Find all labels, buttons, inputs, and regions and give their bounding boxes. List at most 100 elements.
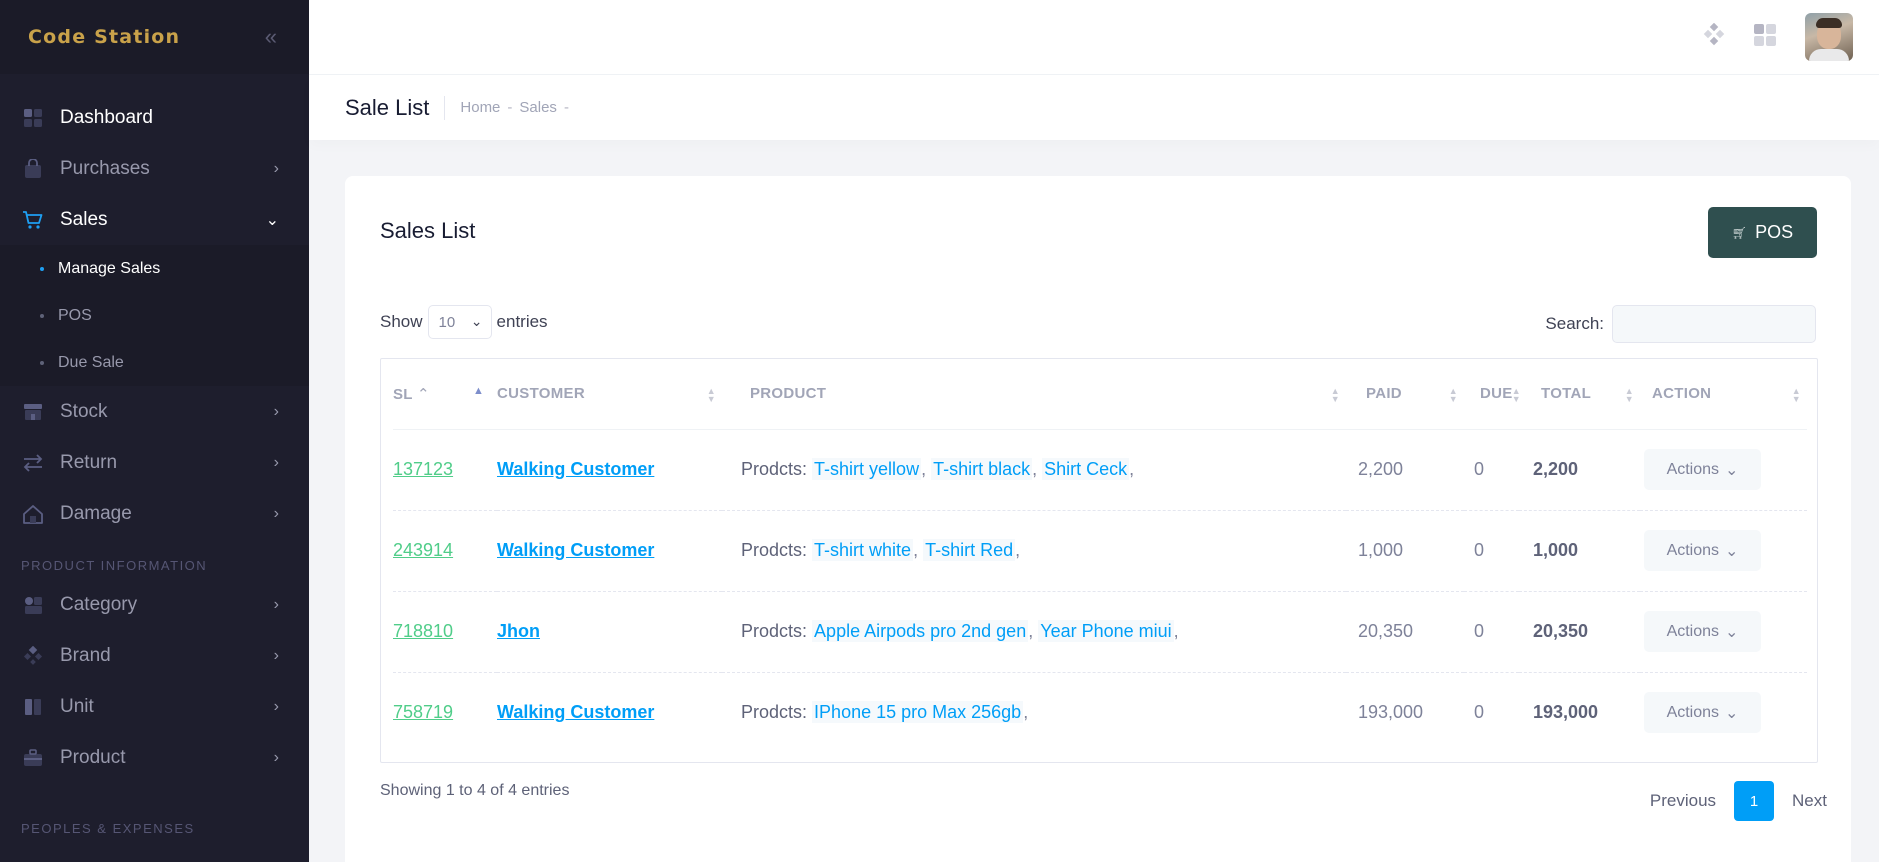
sidebar-item-unit[interactable]: Unit › bbox=[0, 681, 309, 732]
product-link[interactable]: Year Phone miui bbox=[1038, 620, 1174, 642]
actions-dropdown-button[interactable]: Actions ⌄ bbox=[1644, 611, 1761, 652]
sidebar-item-label: Sales bbox=[60, 208, 108, 230]
sidebar-item-label: Unit bbox=[60, 695, 94, 717]
sidebar: Code Station « Dashboard Purchases › Sal… bbox=[0, 0, 309, 862]
section-label-peoples-expenses: PEOPLES & EXPENSES bbox=[21, 821, 195, 836]
sidebar-item-sales[interactable]: Sales ⌄ bbox=[0, 194, 309, 245]
sidebar-item-label: Purchases bbox=[60, 157, 150, 179]
collapse-sidebar-icon[interactable]: « bbox=[265, 24, 277, 50]
show-label: Show bbox=[380, 312, 423, 331]
product-link[interactable]: T-shirt white bbox=[812, 539, 914, 561]
grid-menu-icon[interactable] bbox=[1753, 23, 1777, 52]
previous-page-button[interactable]: Previous bbox=[1642, 781, 1724, 821]
cart-icon bbox=[22, 209, 44, 231]
search-input[interactable] bbox=[1612, 305, 1816, 343]
column-header-due[interactable]: DUE ▲ ▼ bbox=[1464, 359, 1521, 430]
dashboard-icon bbox=[22, 107, 44, 129]
pos-button-label: POS bbox=[1755, 222, 1794, 242]
table-row: 243914 Walking Customer Prodcts: T-shirt… bbox=[393, 510, 1807, 592]
total-value: 2,200 bbox=[1533, 459, 1579, 479]
product-link[interactable]: Apple Airpods pro 2nd gen bbox=[812, 620, 1029, 642]
sort-icon: ▲ ▼ bbox=[706, 386, 716, 404]
breadcrumb-separator: - bbox=[507, 99, 513, 116]
chevron-right-icon: › bbox=[273, 697, 279, 715]
invoice-link[interactable]: 718810 bbox=[393, 621, 453, 641]
sales-submenu: Manage Sales POS Due Sale bbox=[0, 245, 309, 386]
page-button-1[interactable]: 1 bbox=[1734, 781, 1775, 821]
sales-list-card: Sales List 🛒︎ POS Show 10 ⌄ entries Sear… bbox=[345, 176, 1851, 862]
sidebar-item-product[interactable]: Product › bbox=[0, 732, 309, 783]
card-title: Sales List bbox=[380, 218, 476, 243]
submenu-item-due-sale[interactable]: Due Sale bbox=[0, 339, 309, 386]
actions-dropdown-button[interactable]: Actions ⌄ bbox=[1644, 530, 1761, 571]
pos-button[interactable]: 🛒︎ POS bbox=[1708, 207, 1817, 258]
sort-icon: ▲ ▼ bbox=[1448, 386, 1458, 404]
chevron-down-icon: ⌄ bbox=[1725, 623, 1739, 641]
invoice-link[interactable]: 758719 bbox=[393, 702, 453, 722]
total-value: 1,000 bbox=[1533, 540, 1579, 560]
next-page-button[interactable]: Next bbox=[1784, 781, 1835, 821]
sidebar-item-damage[interactable]: Damage › bbox=[0, 488, 309, 539]
column-header-action[interactable]: ACTION ▲ ▼ bbox=[1640, 359, 1807, 430]
table-row: 718810 Jhon Prodcts: Apple Airpods pro 2… bbox=[393, 591, 1807, 673]
avatar[interactable] bbox=[1805, 13, 1853, 61]
logo[interactable]: Code Station bbox=[28, 26, 180, 48]
customer-link[interactable]: Walking Customer bbox=[497, 702, 654, 722]
entries-label: entries bbox=[496, 312, 548, 331]
section-label-product-information: PRODUCT INFORMATION bbox=[21, 558, 208, 573]
paid-value: 193,000 bbox=[1358, 702, 1424, 723]
cart-icon: 🛒︎ bbox=[1731, 225, 1748, 240]
column-header-sl[interactable]: SL ⌃ ▲ bbox=[393, 359, 497, 430]
entries-select[interactable]: 10 ⌄ bbox=[427, 305, 492, 339]
products-label: Prodcts: bbox=[741, 621, 808, 641]
breadcrumb-sales[interactable]: Sales bbox=[519, 99, 557, 116]
product-link[interactable]: T-shirt black bbox=[931, 458, 1033, 480]
sidebar-item-stock[interactable]: Stock › bbox=[0, 386, 309, 437]
actions-label: Actions bbox=[1666, 622, 1720, 640]
table-row: 137123 Walking Customer Prodcts: T-shirt… bbox=[393, 429, 1807, 511]
sidebar-item-dashboard[interactable]: Dashboard bbox=[0, 92, 309, 143]
customer-link[interactable]: Jhon bbox=[497, 621, 540, 641]
category-icon bbox=[22, 594, 44, 616]
customer-link[interactable]: Walking Customer bbox=[497, 540, 654, 560]
page-title: Sale List bbox=[345, 94, 430, 120]
invoice-link[interactable]: 243914 bbox=[393, 540, 453, 560]
paid-value: 20,350 bbox=[1358, 621, 1414, 641]
customer-link[interactable]: Walking Customer bbox=[497, 459, 654, 479]
sidebar-item-category[interactable]: Category › bbox=[0, 579, 309, 630]
product-link[interactable]: Shirt Ceck bbox=[1042, 458, 1130, 480]
home-icon bbox=[22, 503, 44, 525]
chevron-right-icon: › bbox=[273, 159, 279, 177]
store-icon bbox=[22, 401, 44, 423]
breadcrumb-home[interactable]: Home bbox=[460, 99, 500, 116]
product-link[interactable]: T-shirt yellow bbox=[812, 458, 922, 480]
sort-icon: ▲ ▼ bbox=[1791, 386, 1801, 404]
apps-diamond-icon[interactable] bbox=[1703, 22, 1725, 52]
product-link[interactable]: IPhone 15 pro Max 256gb bbox=[812, 701, 1024, 724]
brand-icon bbox=[22, 645, 44, 667]
total-value: 20,350 bbox=[1533, 621, 1589, 641]
submenu-item-label: Manage Sales bbox=[58, 259, 161, 277]
column-header-total[interactable]: TOTAL ▲ ▼ bbox=[1519, 359, 1640, 430]
column-header-customer[interactable]: CUSTOMER ▲ ▼ bbox=[497, 359, 722, 430]
actions-dropdown-button[interactable]: Actions ⌄ bbox=[1644, 692, 1761, 734]
product-link[interactable]: T-shirt Red bbox=[923, 539, 1016, 561]
bullet-icon bbox=[40, 360, 44, 365]
table-search: Search: bbox=[1545, 305, 1816, 343]
column-header-product[interactable]: PRODUCT ▲ ▼ bbox=[722, 359, 1346, 430]
submenu-item-manage-sales[interactable]: Manage Sales bbox=[0, 245, 309, 292]
chevron-right-icon: › bbox=[273, 504, 279, 522]
bullet-icon bbox=[40, 266, 44, 271]
invoice-link[interactable]: 137123 bbox=[393, 459, 453, 479]
chevron-down-icon: ⌄ bbox=[265, 211, 279, 229]
sidebar-item-purchases[interactable]: Purchases › bbox=[0, 143, 309, 194]
sales-table-wrapper: SL ⌃ ▲ CUSTOMER ▲▼ PRODUCT ▲▼ PAID ▲▼ bbox=[380, 358, 1818, 763]
page-toolbar: Sale List Home - Sales - bbox=[309, 75, 1879, 140]
actions-dropdown-button[interactable]: Actions ⌄ bbox=[1644, 449, 1761, 490]
submenu-item-pos[interactable]: POS bbox=[0, 292, 309, 339]
entries-length-control: Show 10 ⌄ entries bbox=[380, 305, 548, 339]
due-value: 0 bbox=[1474, 540, 1485, 560]
sidebar-item-brand[interactable]: Brand › bbox=[0, 630, 309, 681]
sidebar-item-return[interactable]: Return › bbox=[0, 437, 309, 488]
column-header-paid[interactable]: PAID ▲ ▼ bbox=[1346, 359, 1464, 430]
